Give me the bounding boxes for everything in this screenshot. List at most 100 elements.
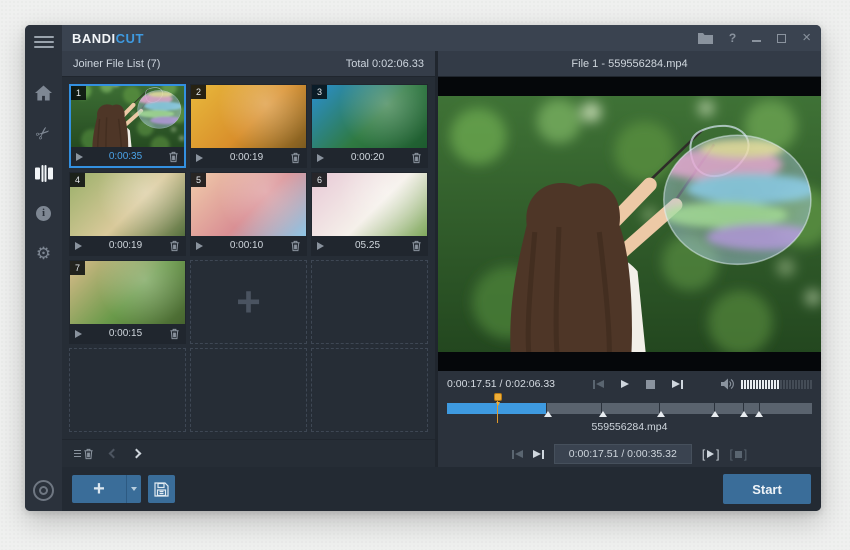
thumb-duration: 0:00:35 xyxy=(83,151,168,162)
timeline-segment[interactable] xyxy=(602,403,659,414)
playhead[interactable] xyxy=(497,393,498,423)
clear-list-button[interactable] xyxy=(74,448,94,460)
preview-panel: File 1 - 559556284.mp4 0:00:17.51 / 0:02… xyxy=(438,51,821,467)
menu-icon[interactable] xyxy=(34,33,54,51)
delete-button[interactable] xyxy=(169,240,180,252)
video-preview[interactable] xyxy=(438,77,821,371)
volume-bar xyxy=(777,380,779,389)
play-icon[interactable] xyxy=(196,242,203,250)
save-list-button[interactable] xyxy=(148,475,175,503)
volume-bar xyxy=(795,380,797,389)
thumb-highlight xyxy=(70,173,185,236)
timeline-segment[interactable] xyxy=(760,403,812,414)
app-window: ✂ i ⚙ BANDICUT ? × xyxy=(25,25,821,511)
stop-segment-button[interactable]: [] xyxy=(730,447,748,461)
delete-button[interactable] xyxy=(290,240,301,252)
play-icon[interactable] xyxy=(75,330,82,338)
thumb-highlight xyxy=(70,261,185,324)
play-segment-button[interactable]: [] xyxy=(702,447,720,461)
segment-marker[interactable] xyxy=(711,411,719,417)
play-icon[interactable] xyxy=(196,154,203,162)
thumb-toolbar: 0:00:35 xyxy=(71,147,184,166)
volume-bar xyxy=(741,380,743,389)
play-icon[interactable] xyxy=(317,154,324,162)
minimize-icon xyxy=(752,40,761,42)
delete-button[interactable] xyxy=(411,240,422,252)
volume-bar xyxy=(780,380,782,389)
bracket-open: [ xyxy=(702,447,705,461)
file-thumbnail[interactable]: 40:00:19 xyxy=(69,172,186,256)
segment-time-field[interactable]: 0:00:17.51 / 0:00:35.32 xyxy=(554,444,692,464)
thumb-toolbar: 0:00:10 xyxy=(191,236,306,255)
page-prev-button[interactable] xyxy=(109,449,119,459)
next-frame-button[interactable] xyxy=(672,380,683,389)
delete-button[interactable] xyxy=(290,152,301,164)
file-thumbnail[interactable]: 20:00:19 xyxy=(190,84,307,168)
volume-bar xyxy=(801,380,803,389)
stop-button[interactable] xyxy=(646,380,655,389)
thumb-number-badge: 5 xyxy=(191,173,206,187)
segment-marker[interactable] xyxy=(755,411,763,417)
file-thumbnail[interactable]: 70:00:15 xyxy=(69,260,186,344)
page-next-button[interactable] xyxy=(132,449,142,459)
segment-prev-button[interactable] xyxy=(512,450,523,459)
maximize-button[interactable] xyxy=(777,29,786,47)
timeline-segment[interactable] xyxy=(660,403,714,414)
maximize-icon xyxy=(777,34,786,43)
delete-button[interactable] xyxy=(411,152,422,164)
file-thumbnail[interactable]: 605.25 xyxy=(311,172,428,256)
play-icon[interactable] xyxy=(317,242,324,250)
start-button[interactable]: Start xyxy=(723,474,811,504)
thumb-image xyxy=(312,173,427,236)
sidebar-item-home[interactable] xyxy=(25,73,62,113)
close-button[interactable]: × xyxy=(802,29,811,47)
thumb-duration: 0:00:19 xyxy=(82,240,169,251)
play-button[interactable] xyxy=(621,380,629,388)
sidebar-item-settings[interactable]: ⚙ xyxy=(25,233,62,273)
sidebar-item-join[interactable] xyxy=(25,153,62,193)
add-file-button[interactable]: + xyxy=(72,475,126,503)
minimize-button[interactable] xyxy=(752,29,761,47)
file-thumbnail[interactable]: 5 0:00:10 xyxy=(190,172,307,256)
volume-bar xyxy=(798,380,800,389)
plus-icon: + xyxy=(236,281,261,323)
file-list-footer xyxy=(62,439,435,467)
delete-button[interactable] xyxy=(169,328,180,340)
segment-marker[interactable] xyxy=(740,411,748,417)
file-thumbnail[interactable]: 3 0:00:20 xyxy=(311,84,428,168)
list-icon xyxy=(74,448,81,459)
thumb-highlight xyxy=(312,173,427,236)
timeline-segment[interactable] xyxy=(547,403,601,414)
timeline[interactable] xyxy=(447,397,812,421)
prev-frame-button[interactable] xyxy=(593,380,604,389)
add-file-dropdown[interactable] xyxy=(126,475,141,503)
volume-control[interactable] xyxy=(721,378,812,390)
help-button[interactable]: ? xyxy=(729,29,736,47)
volume-bar xyxy=(774,380,776,389)
play-icon[interactable] xyxy=(76,153,83,161)
sidebar-item-cut[interactable]: ✂ xyxy=(25,113,62,153)
play-icon[interactable] xyxy=(75,242,82,250)
record-button[interactable] xyxy=(33,480,54,501)
segment-marker[interactable] xyxy=(599,411,607,417)
segment-marker[interactable] xyxy=(657,411,665,417)
volume-bar xyxy=(768,380,770,389)
delete-button[interactable] xyxy=(168,151,179,163)
add-file-slot[interactable]: + xyxy=(190,260,307,344)
volume-meter[interactable] xyxy=(741,380,812,389)
segment-next-button[interactable] xyxy=(533,450,544,459)
volume-bar xyxy=(783,380,785,389)
thumb-toolbar: 0:00:20 xyxy=(312,148,427,167)
file-thumbnail[interactable]: 10:00:35 xyxy=(69,84,186,168)
volume-bar xyxy=(804,380,806,389)
segment-marker[interactable] xyxy=(544,411,552,417)
thumb-highlight xyxy=(191,85,306,148)
thumb-image xyxy=(191,173,306,236)
join-icon xyxy=(35,165,53,182)
thumb-toolbar: 0:00:19 xyxy=(70,236,185,255)
thumb-highlight xyxy=(191,173,306,236)
info-icon: i xyxy=(36,206,51,221)
open-folder-button[interactable] xyxy=(698,29,713,47)
sidebar-item-info[interactable]: i xyxy=(25,193,62,233)
thumb-number-badge: 3 xyxy=(312,85,327,99)
